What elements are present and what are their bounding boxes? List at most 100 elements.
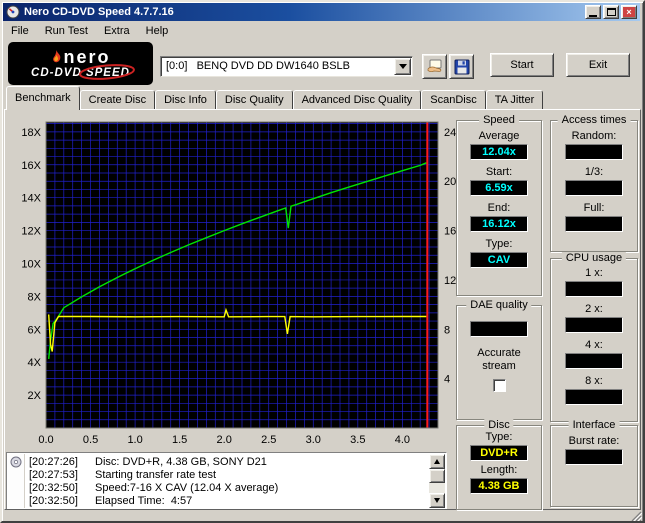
cpu-usage-title: CPU usage [561, 252, 627, 264]
options-button[interactable] [422, 54, 447, 79]
tab-benchmark[interactable]: Benchmark [6, 86, 80, 110]
interface-panel: Interface Burst rate: [550, 419, 638, 507]
speed-type-value: CAV [470, 252, 528, 268]
dae-quality-value [470, 321, 528, 337]
cpu-8x-value [565, 389, 623, 405]
access-full-value [565, 216, 623, 232]
accurate-stream-checkbox[interactable] [492, 379, 506, 392]
cpu-usage-panel: CPU usage 1 x: 2 x: 4 x: 8 x: [550, 252, 638, 422]
access-third-label: 1/3: [584, 166, 604, 178]
close-icon: × [626, 6, 632, 17]
svg-text:4X: 4X [28, 357, 42, 369]
status-bar [3, 511, 642, 521]
svg-text:12X: 12X [21, 226, 41, 238]
benchmark-chart: 2X 4X 6X 8X 10X 12X 14X 16X 18X 4 8 12 16 20 24 0.0 0.5 1… [21, 121, 456, 446]
hand-card-icon [427, 59, 441, 72]
nero-flame-icon [53, 49, 61, 62]
disc-type-label: Type: [485, 431, 513, 443]
tab-create-disc[interactable]: Create Disc [79, 90, 156, 109]
svg-text:0.5: 0.5 [83, 434, 98, 446]
access-random-label: Random: [571, 130, 617, 142]
speed-end-label: End: [487, 202, 511, 214]
cpu-2x-value [565, 317, 623, 333]
svg-text:1.0: 1.0 [127, 434, 142, 446]
svg-text:10X: 10X [21, 258, 41, 270]
save-button[interactable] [449, 54, 474, 79]
svg-text:20: 20 [444, 176, 456, 188]
chevron-down-icon [398, 64, 407, 73]
speed-start-label: Start: [485, 166, 513, 178]
disc-length-label: Length: [480, 464, 518, 476]
speed-average-label: Average [478, 130, 520, 142]
nero-logo: nero CD-DVD SPEED [8, 42, 153, 85]
svg-text:6X: 6X [28, 324, 42, 336]
tab-advanced-disc-quality[interactable]: Advanced Disc Quality [292, 90, 422, 109]
svg-text:2X: 2X [28, 390, 42, 402]
svg-text:16: 16 [444, 226, 456, 238]
speed-type-label: Type: [485, 238, 513, 250]
disc-type-value: DVD+R [470, 445, 528, 461]
svg-text:0.0: 0.0 [38, 434, 53, 446]
tab-strip: Benchmark Create Disc Disc Info Disc Qua… [6, 86, 544, 110]
maximize-icon [606, 8, 616, 16]
svg-text:18X: 18X [21, 127, 41, 139]
minimize-icon [589, 14, 597, 17]
svg-text:2.5: 2.5 [261, 434, 276, 446]
title-bar[interactable]: Nero CD-DVD Speed 4.7.7.16 × [3, 3, 640, 21]
accurate-stream-label: Accurate [477, 347, 521, 359]
close-button[interactable]: × [621, 5, 637, 19]
logo-brand-text: nero [63, 46, 111, 67]
disc-panel: Disc Type: DVD+R Length: 4.38 GB [456, 419, 542, 510]
menu-run-test[interactable]: Run Test [37, 23, 96, 39]
access-times-title: Access times [557, 114, 631, 126]
menu-bar: File Run Test Extra Help [3, 21, 640, 40]
exit-button[interactable]: Exit [566, 53, 630, 77]
cpu-4x-value [565, 353, 623, 369]
menu-extra[interactable]: Extra [96, 23, 138, 39]
cpu-1x-value [565, 281, 623, 297]
svg-text:8: 8 [444, 324, 450, 336]
drive-selector-dropdown-button[interactable] [394, 58, 411, 75]
logo-product-text: CD-DVD SPEED [31, 63, 135, 80]
app-window: Nero CD-DVD Speed 4.7.7.16 × File Run Te… [0, 0, 645, 523]
drive-selector-value: [0:0] BENQ DVD DD DW1640 BSLB [166, 60, 351, 72]
svg-text:1.5: 1.5 [172, 434, 187, 446]
svg-text:12: 12 [444, 275, 456, 287]
minimize-button[interactable] [585, 5, 601, 19]
menu-file[interactable]: File [3, 23, 37, 39]
dae-quality-panel: DAE quality Accurate stream [456, 299, 542, 420]
svg-text:8X: 8X [28, 291, 42, 303]
app-icon [6, 5, 20, 19]
tab-disc-quality[interactable]: Disc Quality [215, 90, 293, 109]
menu-help[interactable]: Help [138, 23, 177, 39]
drive-selector[interactable]: [0:0] BENQ DVD DD DW1640 BSLB [160, 56, 413, 77]
burst-rate-label: Burst rate: [568, 435, 620, 447]
access-random-value [565, 144, 623, 160]
speed-start-value: 6.59x [470, 180, 528, 196]
window-title: Nero CD-DVD Speed 4.7.7.16 [24, 6, 174, 18]
burst-rate-value [565, 449, 623, 465]
cpu-8x-label: 8 x: [585, 375, 603, 387]
resize-grip[interactable] [630, 511, 642, 521]
svg-text:14X: 14X [21, 193, 41, 205]
tab-ta-jitter[interactable]: TA Jitter [485, 90, 544, 109]
interface-title: Interface [568, 419, 620, 431]
cpu-4x-label: 4 x: [585, 339, 603, 351]
cpu-1x-label: 1 x: [585, 267, 603, 279]
speed-panel-title: Speed [479, 114, 519, 126]
start-button[interactable]: Start [490, 53, 554, 77]
tab-disc-info[interactable]: Disc Info [155, 90, 216, 109]
svg-text:3.5: 3.5 [350, 434, 365, 446]
disc-length-value: 4.38 GB [470, 478, 528, 494]
maximize-button[interactable] [603, 5, 619, 19]
svg-text:16X: 16X [21, 160, 41, 172]
dae-quality-title: DAE quality [466, 299, 532, 311]
accurate-stream-label2: stream [482, 360, 516, 372]
svg-text:2.0: 2.0 [217, 434, 232, 446]
svg-text:4: 4 [444, 374, 450, 386]
disc-panel-title: Disc [484, 419, 514, 431]
tab-scandisc[interactable]: ScanDisc [421, 90, 486, 109]
access-third-value [565, 180, 623, 196]
cpu-2x-label: 2 x: [585, 303, 603, 315]
access-times-panel: Access times Random: 1/3: Full: [550, 114, 638, 252]
